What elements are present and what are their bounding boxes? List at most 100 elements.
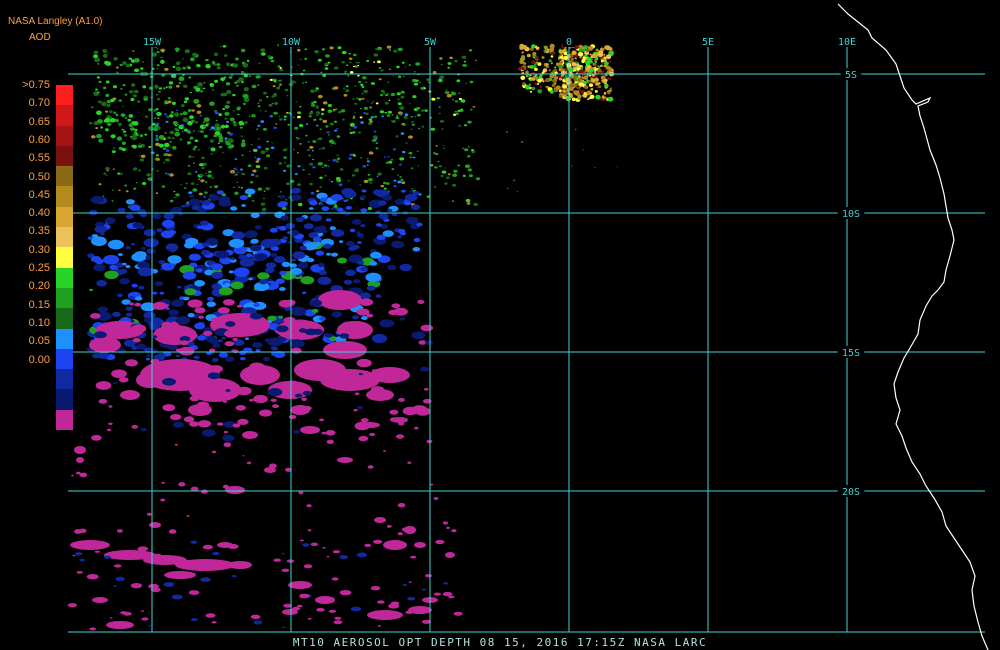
aod-pixel-cluster: [332, 550, 341, 554]
aod-pixel-cluster: [137, 144, 142, 148]
aod-pixel-cluster: [233, 267, 250, 278]
aod-pixel-cluster: [343, 93, 348, 97]
aod-pixel-cluster: [247, 164, 252, 167]
aod-pixel-cluster: [108, 123, 111, 126]
aod-pixel-cluster: [414, 115, 417, 118]
aod-pixel-cluster: [300, 363, 308, 368]
aod-pixel-cluster: [202, 121, 205, 123]
colorbar-tick-label: 0.35: [28, 225, 50, 238]
aod-pixel-cluster: [581, 59, 585, 63]
aod-pixel-cluster: [412, 95, 417, 99]
aod-pixel-cluster: [426, 439, 433, 444]
aod-pixel-cluster: [356, 308, 370, 316]
aod-pixel-cluster: [357, 405, 364, 410]
aod-pixel-cluster: [132, 222, 143, 229]
aod-pixel-cluster: [164, 67, 169, 71]
aod-pixel-cluster: [159, 291, 165, 295]
aod-pixel-cluster: [348, 157, 352, 160]
aod-pixel-cluster: [358, 80, 362, 84]
aod-pixel-cluster: [200, 90, 204, 93]
aod-pixel-cluster: [232, 63, 239, 68]
aod-pixel-cluster: [254, 225, 262, 230]
aod-pixel-cluster: [118, 99, 122, 102]
aod-pixel-cluster: [336, 207, 344, 212]
aod-pixel-cluster: [333, 86, 339, 90]
aod-pixel-cluster: [319, 197, 328, 202]
lat-tick-label: 20S: [842, 487, 860, 498]
aod-pixel-cluster: [441, 128, 444, 130]
aod-pixel-cluster: [444, 167, 446, 169]
aod-pixel-cluster: [143, 238, 159, 248]
aod-pixel-cluster: [378, 67, 382, 69]
aod-pixel-cluster: [421, 588, 427, 591]
aod-pixel-cluster: [594, 90, 598, 93]
aod-pixel-cluster: [188, 76, 192, 79]
aod-pixel-cluster: [357, 74, 360, 77]
aod-pixel-cluster: [139, 142, 141, 145]
aod-pixel-cluster: [417, 299, 425, 304]
aod-pixel-cluster: [176, 50, 179, 53]
aod-pixel-cluster: [401, 181, 406, 185]
aod-pixel-cluster: [377, 200, 387, 206]
aod-pixel-cluster: [143, 97, 148, 101]
aod-pixel-cluster: [522, 82, 526, 86]
aod-pixel-cluster: [287, 123, 291, 126]
aod-pixel-cluster: [180, 340, 189, 346]
aod-pixel-cluster: [238, 120, 244, 126]
aod-pixel-cluster: [366, 59, 370, 62]
aod-pixel-cluster: [354, 85, 357, 87]
aod-pixel-cluster: [347, 75, 350, 77]
aod-pixel-cluster: [412, 247, 421, 252]
aod-pixel-cluster: [383, 187, 387, 190]
aod-pixel-cluster: [309, 162, 314, 166]
aod-pixel-cluster: [544, 45, 548, 50]
aod-pixel-cluster: [412, 202, 414, 204]
aod-pixel-cluster: [470, 108, 473, 111]
aod-pixel-cluster: [563, 56, 568, 60]
aod-pixel-cluster: [542, 80, 545, 83]
aod-pixel-cluster: [124, 117, 128, 119]
aod-pixel-cluster: [475, 59, 477, 62]
aod-pixel-cluster: [352, 131, 356, 134]
aod-pixel-cluster: [386, 525, 392, 528]
aod-pixel-cluster: [228, 238, 245, 248]
aod-pixel-cluster: [254, 156, 257, 159]
aod-pixel-cluster: [243, 87, 249, 92]
aod-pixel-cluster: [358, 131, 362, 134]
aod-pixel-cluster: [175, 316, 191, 325]
aod-pixel-cluster: [386, 45, 392, 49]
aod-pixel-cluster: [388, 68, 391, 71]
aod-pixel-cluster: [131, 425, 139, 429]
aod-pixel-cluster: [305, 123, 309, 125]
aod-pixel-cluster: [224, 330, 238, 338]
aod-pixel-cluster: [391, 303, 401, 309]
aod-pixel-cluster: [359, 195, 366, 199]
aod-pixel-cluster: [453, 169, 458, 173]
aod-pixel-cluster: [359, 107, 362, 110]
aod-pixel-cluster: [158, 260, 166, 265]
aod-pixel-cluster: [390, 92, 396, 97]
aod-pixel-cluster: [370, 367, 410, 383]
aod-pixel-cluster: [608, 89, 612, 93]
aod-pixel-cluster: [410, 555, 417, 559]
aod-pixel-cluster: [454, 59, 458, 63]
aod-pixel-cluster: [296, 137, 300, 140]
aod-pixel-cluster: [118, 189, 121, 192]
aod-pixel-cluster: [129, 127, 136, 131]
aod-pixel-cluster: [311, 101, 315, 105]
aod-pixel-cluster: [370, 182, 373, 184]
aod-pixel-cluster: [442, 591, 453, 597]
aod-pixel-cluster: [182, 66, 186, 70]
aod-pixel-cluster: [169, 146, 172, 148]
aod-pixel-cluster: [158, 90, 161, 93]
aod-pixel-cluster: [293, 430, 300, 434]
aod-pixel-cluster: [213, 186, 216, 188]
aod-pixel-cluster: [560, 61, 564, 64]
aod-pixel-cluster: [155, 154, 159, 157]
aod-pixel-cluster: [196, 110, 202, 115]
aod-pixel-cluster: [188, 590, 200, 595]
aod-pixel-cluster: [192, 130, 195, 132]
aod-pixel-cluster: [112, 311, 121, 317]
aod-pixel-cluster: [184, 128, 188, 132]
aod-pixel-cluster: [178, 82, 181, 84]
